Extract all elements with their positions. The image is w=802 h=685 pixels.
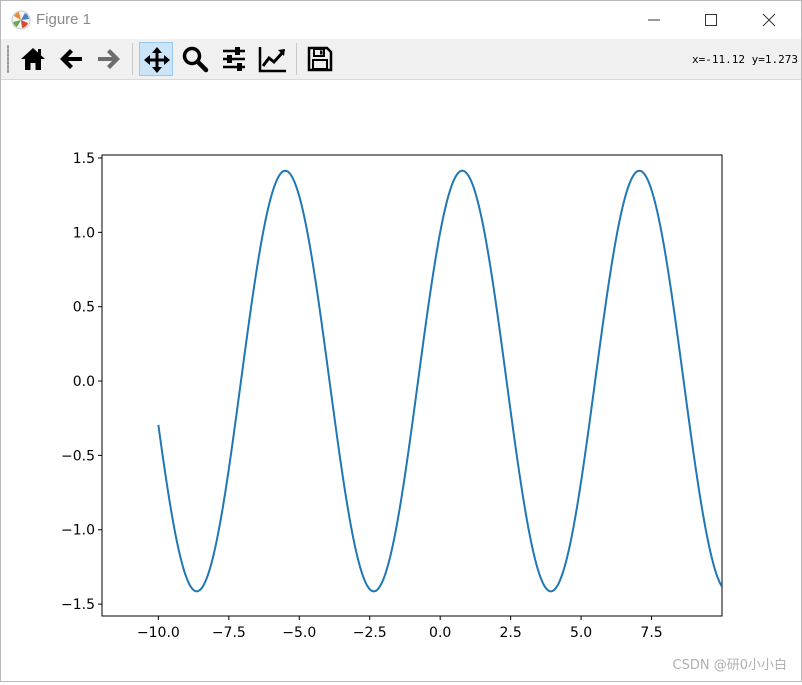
x-tick-label: −2.5 (353, 625, 387, 641)
y-tick-label: 1.5 (73, 151, 95, 167)
minimize-icon (648, 19, 660, 21)
move-icon (144, 47, 170, 73)
title-bar[interactable]: Figure 1 (1, 1, 801, 39)
figure-canvas[interactable]: −10.0 −7.5 −5.0 −2.5 0.0 2.5 5.0 7.5 1.5 1.0 0.5 0.… (1, 80, 801, 681)
edit-axis-button[interactable] (255, 42, 289, 76)
navigation-toolbar: x=-11.12 y=1.273 (1, 39, 801, 80)
series-line[interactable] (157, 169, 722, 593)
minimize-button[interactable] (632, 1, 678, 39)
maximize-icon (705, 14, 717, 26)
close-icon (762, 13, 776, 27)
x-tick-label: 2.5 (500, 625, 522, 641)
toolbar-separator (296, 43, 297, 75)
plot-area-frame (101, 154, 723, 617)
y-tick-label: −1.5 (61, 597, 95, 613)
y-tick-label: 1.0 (73, 225, 95, 241)
search-icon (182, 46, 209, 73)
y-tick-label: −0.5 (61, 448, 95, 464)
sliders-icon (223, 47, 245, 71)
x-tick-label: −5.0 (282, 625, 316, 641)
home-button[interactable] (16, 42, 50, 76)
cursor-coordinates: x=-11.12 y=1.273 (692, 53, 798, 66)
save-button[interactable] (303, 42, 337, 76)
y-tick-label: −1.0 (61, 523, 95, 539)
subplots-button[interactable] (217, 42, 251, 76)
line-chart[interactable]: −10.0 −7.5 −5.0 −2.5 0.0 2.5 5.0 7.5 1.5 1.0 0.5 0.… (1, 80, 801, 681)
zoom-button[interactable] (178, 42, 212, 76)
maximize-button[interactable] (689, 1, 735, 39)
figure-window: Figure 1 x=-11.12 y=1.273 −10.0 −7.5 −5.… (0, 0, 802, 682)
close-button[interactable] (747, 1, 793, 39)
toolbar-separator (132, 43, 133, 75)
window-title: Figure 1 (36, 11, 92, 28)
y-tick-label: 0.0 (73, 374, 95, 390)
x-tick-label: 5.0 (570, 625, 592, 641)
x-tick-label: −10.0 (137, 625, 180, 641)
y-tick-label: 0.5 (73, 300, 95, 316)
x-tick-label: −7.5 (212, 625, 246, 641)
arrow-left-icon (60, 49, 82, 69)
forward-button[interactable] (92, 42, 126, 76)
line-chart-icon (258, 47, 286, 73)
matplotlib-app-icon (11, 10, 31, 30)
pan-button[interactable] (139, 42, 173, 76)
back-button[interactable] (54, 42, 88, 76)
toolbar-grip[interactable] (7, 45, 9, 73)
arrow-right-icon (98, 49, 120, 69)
x-tick-label: 7.5 (640, 625, 662, 641)
floppy-disk-icon (307, 46, 333, 72)
x-tick-label: 0.0 (429, 625, 451, 641)
watermark: CSDN @研0小小白 (672, 658, 787, 673)
home-icon (21, 48, 45, 70)
